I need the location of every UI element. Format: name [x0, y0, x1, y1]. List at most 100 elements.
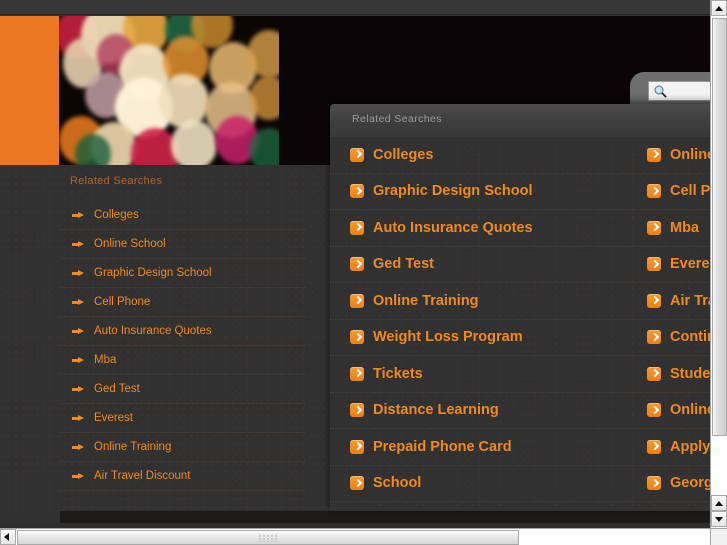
- arrow-right-icon: [72, 414, 85, 422]
- list-item[interactable]: Distance Learning: [330, 393, 630, 429]
- list-item-label: Online Training: [94, 441, 172, 453]
- chevron-right-icon: [350, 403, 364, 418]
- scrollbar-corner: [710, 528, 727, 545]
- list-item[interactable]: Studen: [630, 356, 710, 393]
- chevron-right-icon: [647, 476, 661, 491]
- list-item-label: Apply C: [670, 438, 710, 455]
- list-item[interactable]: Tickets: [330, 356, 630, 393]
- related-searches-overlay: Related Searches Colleges Graphic Design…: [330, 104, 710, 511]
- horizontal-scroll-thumb[interactable]: [17, 530, 519, 545]
- arrow-right-icon: [72, 385, 85, 393]
- vertical-scroll-thumb[interactable]: [712, 18, 727, 436]
- list-item[interactable]: Apply C: [630, 429, 710, 466]
- list-item[interactable]: Online: [630, 137, 710, 174]
- chevron-right-icon: [350, 476, 364, 491]
- list-item-label: School: [373, 475, 422, 492]
- list-item[interactable]: Online: [630, 393, 710, 429]
- scroll-up-button-secondary[interactable]: [711, 495, 727, 511]
- list-item[interactable]: Air Travel Discount: [60, 462, 305, 491]
- list-item-label: Colleges: [373, 146, 434, 163]
- list-item[interactable]: Everest: [630, 247, 710, 283]
- arrow-right-icon: [72, 356, 85, 364]
- chevron-right-icon: [350, 184, 364, 199]
- list-item[interactable]: Online Training: [60, 433, 305, 462]
- chevron-right-icon: [647, 293, 661, 308]
- list-item[interactable]: Cell Phone: [60, 288, 305, 317]
- overlay-left-column: Colleges Graphic Design School Auto Insu…: [330, 137, 630, 502]
- triangle-up-icon: [715, 6, 723, 11]
- list-item[interactable]: Mba: [630, 210, 710, 247]
- list-item-label: Online Training: [373, 292, 479, 309]
- list-item-label: Distance Learning: [373, 402, 499, 419]
- list-item[interactable]: Online School: [60, 230, 305, 259]
- page-top-strip: [0, 0, 710, 15]
- list-item[interactable]: Cell Ph: [630, 174, 710, 210]
- list-item[interactable]: Auto Insurance Quotes: [330, 210, 630, 247]
- overlay-title: Related Searches: [352, 113, 442, 125]
- list-item-label: Online: [670, 402, 710, 419]
- scroll-down-button[interactable]: [711, 511, 727, 527]
- chevron-right-icon: [350, 330, 364, 345]
- web-page-content: Related Searches Colleges Online School …: [0, 0, 710, 523]
- list-item-label: Everest: [670, 256, 710, 273]
- list-item[interactable]: Colleges: [330, 137, 630, 174]
- list-item-label: Everest: [94, 412, 133, 424]
- list-item[interactable]: Everest: [60, 404, 305, 433]
- chevron-right-icon: [350, 257, 364, 272]
- list-item[interactable]: Online Training: [330, 283, 630, 320]
- list-item-label: Weight Loss Program: [373, 329, 523, 346]
- list-item-label: Mba: [670, 219, 699, 236]
- list-item[interactable]: Prepaid Phone Card: [330, 429, 630, 466]
- page-bottom-band: [0, 511, 710, 523]
- list-item[interactable]: Colleges: [60, 201, 305, 230]
- page-bottom-band-left: [0, 511, 60, 523]
- list-item[interactable]: Ged Test: [60, 375, 305, 404]
- chevron-right-icon: [350, 220, 364, 235]
- scroll-thumb-grip: [259, 535, 277, 542]
- header-orange-block: [0, 16, 59, 165]
- triangle-up-icon: [715, 501, 723, 506]
- chevron-right-icon: [350, 439, 364, 454]
- chevron-right-icon: [647, 257, 661, 272]
- list-item-label: Online School: [94, 238, 166, 250]
- chevron-right-icon: [647, 366, 661, 381]
- scroll-left-button[interactable]: [0, 529, 16, 545]
- list-item-label: Prepaid Phone Card: [373, 438, 512, 455]
- chevron-right-icon: [647, 439, 661, 454]
- arrow-right-icon: [72, 240, 85, 248]
- chevron-right-icon: [647, 220, 661, 235]
- chevron-right-icon: [647, 330, 661, 345]
- list-item-label: Auto Insurance Quotes: [373, 219, 533, 236]
- list-item[interactable]: Mba: [60, 346, 305, 375]
- search-box-shell: [630, 72, 710, 108]
- overlay-right-column: Online Cell Ph Mba Everest: [630, 137, 710, 502]
- triangle-down-icon: [715, 517, 723, 522]
- list-item-label: Air Travel Discount: [94, 470, 191, 482]
- list-item[interactable]: Weight Loss Program: [330, 320, 630, 356]
- triangle-left-icon: [4, 533, 9, 541]
- scroll-up-button[interactable]: [711, 0, 727, 16]
- list-item[interactable]: Auto Insurance Quotes: [60, 317, 305, 346]
- background-heading: Related Searches: [70, 175, 163, 187]
- list-item-label: Tickets: [373, 365, 423, 382]
- arrow-right-icon: [72, 211, 85, 219]
- browser-viewport: Related Searches Colleges Online School …: [0, 0, 727, 545]
- list-item[interactable]: School: [330, 466, 630, 502]
- list-item-label: Mba: [94, 354, 117, 366]
- chevron-right-icon: [350, 293, 364, 308]
- list-item[interactable]: Georgia: [630, 466, 710, 502]
- list-item[interactable]: Graphic Design School: [60, 259, 305, 288]
- vertical-scrollbar[interactable]: [710, 0, 727, 528]
- list-item[interactable]: Continu: [630, 320, 710, 356]
- magnifier-icon: [654, 85, 667, 98]
- arrow-right-icon: [72, 298, 85, 306]
- arrow-right-icon: [72, 269, 85, 277]
- list-item[interactable]: Air Trav: [630, 283, 710, 320]
- background-related-searches: Related Searches Colleges Online School …: [60, 175, 305, 491]
- horizontal-scrollbar[interactable]: [0, 528, 710, 545]
- list-item[interactable]: Graphic Design School: [330, 174, 630, 210]
- search-input[interactable]: [648, 81, 710, 101]
- list-item-label: Cell Phone: [94, 296, 151, 308]
- list-item-label: Ged Test: [373, 256, 434, 273]
- list-item[interactable]: Ged Test: [330, 247, 630, 283]
